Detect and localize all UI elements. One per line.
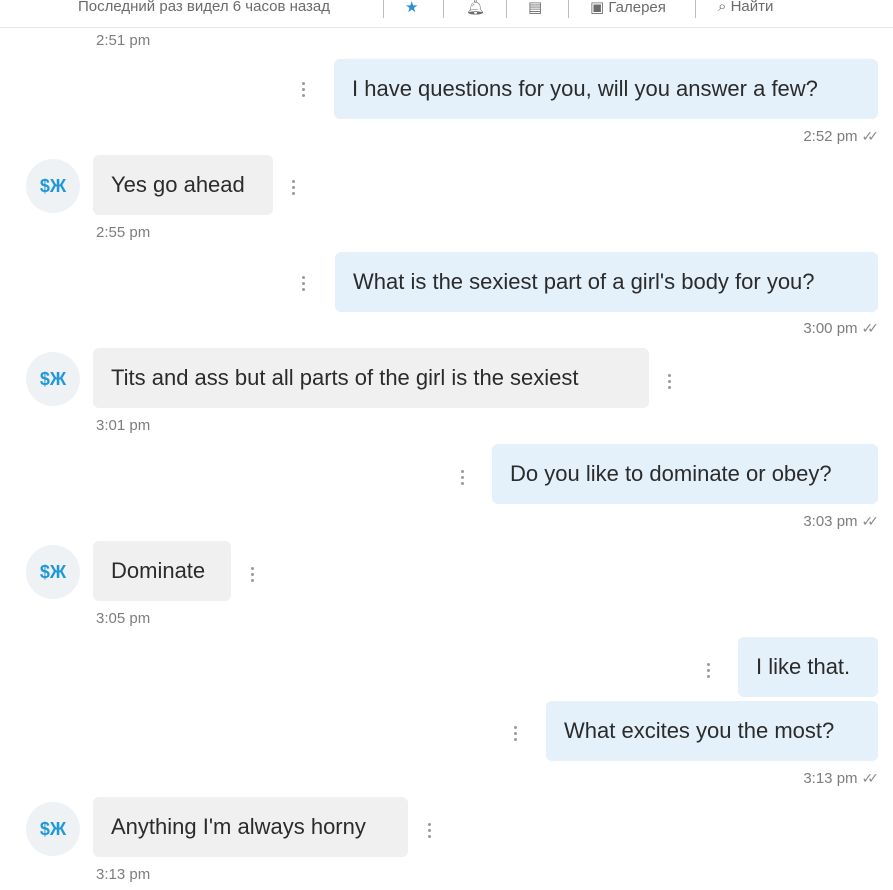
message-menu-icon[interactable] [298, 82, 308, 100]
double-check-icon: ✓✓ [861, 770, 880, 786]
message-time: 3:01 pm [96, 417, 151, 434]
message-time: 3:03 pm ✓✓ [803, 513, 880, 530]
last-seen-status: Последний раз видел 6 часов назад [78, 0, 331, 15]
message-menu-icon[interactable] [247, 567, 257, 585]
time-text: 3:13 pm [803, 770, 858, 787]
avatar[interactable]: $Ж [26, 545, 80, 599]
incoming-message[interactable]: Anything I'm always horny [93, 797, 408, 857]
outgoing-message[interactable]: Do you like to dominate or obey? [492, 444, 878, 504]
message-menu-icon[interactable] [288, 180, 298, 198]
outgoing-message[interactable]: What excites you the most? [546, 701, 878, 761]
message-menu-icon[interactable] [424, 823, 434, 841]
message-menu-icon[interactable] [510, 726, 520, 744]
message-time: 2:51 pm [96, 32, 151, 49]
incoming-message[interactable]: Tits and ass but all parts of the girl i… [93, 348, 649, 408]
double-check-icon: ✓✓ [861, 513, 880, 529]
search-button[interactable]: ⌕ Найти [718, 0, 773, 15]
avatar[interactable]: $Ж [26, 159, 80, 213]
chat-header: Последний раз видел 6 часов назад ★ 🔔︎ ▤… [0, 0, 893, 28]
search-label: Найти [730, 0, 774, 15]
message-time: 3:13 pm [96, 866, 151, 883]
gallery-button[interactable]: ▣ Галерея [590, 0, 666, 16]
outgoing-message[interactable]: What is the sexiest part of a girl's bod… [335, 252, 878, 312]
divider [443, 0, 444, 18]
message-menu-icon[interactable] [457, 470, 467, 488]
divider [506, 0, 507, 18]
divider [383, 0, 384, 18]
message-time: 3:00 pm ✓✓ [803, 320, 880, 337]
search-icon: ⌕ [718, 0, 727, 15]
double-check-icon: ✓✓ [861, 320, 880, 336]
message-time: 2:55 pm [96, 224, 151, 241]
message-time: 2:52 pm ✓✓ [803, 128, 880, 145]
star-icon[interactable]: ★ [405, 0, 418, 16]
outgoing-message[interactable]: I like that. [738, 637, 878, 697]
message-menu-icon[interactable] [703, 663, 713, 681]
note-icon[interactable]: ▤ [528, 0, 542, 16]
avatar[interactable]: $Ж [26, 802, 80, 856]
divider [695, 0, 696, 18]
double-check-icon: ✓✓ [861, 128, 880, 144]
time-text: 3:03 pm [803, 513, 858, 530]
time-text: 3:00 pm [803, 320, 858, 337]
message-time: 3:13 pm ✓✓ [803, 770, 880, 787]
gallery-icon: ▣ [590, 0, 605, 16]
time-text: 2:52 pm [803, 128, 858, 145]
divider [568, 0, 569, 18]
message-menu-icon[interactable] [664, 374, 674, 392]
avatar[interactable]: $Ж [26, 352, 80, 406]
message-menu-icon[interactable] [298, 276, 308, 294]
incoming-message[interactable]: Yes go ahead [93, 155, 273, 215]
message-time: 3:05 pm [96, 610, 151, 627]
incoming-message[interactable]: Dominate [93, 541, 231, 601]
bell-icon[interactable]: 🔔︎ [466, 0, 485, 16]
gallery-label: Галерея [608, 0, 666, 16]
outgoing-message[interactable]: I have questions for you, will you answe… [334, 59, 878, 119]
